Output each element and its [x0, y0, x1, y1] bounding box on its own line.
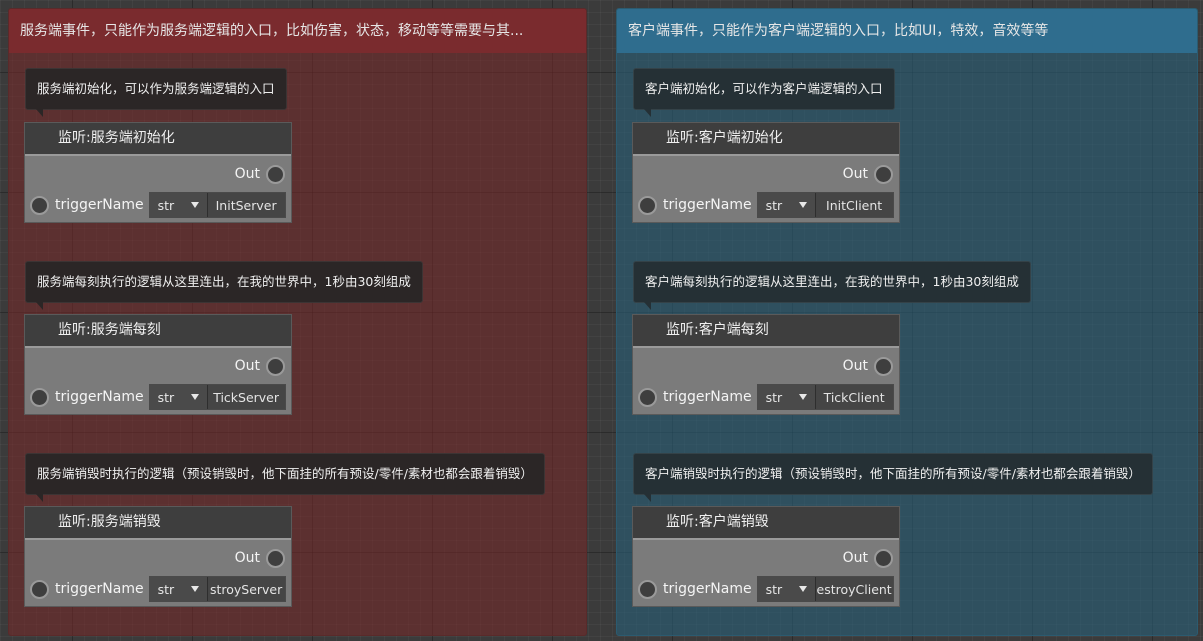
node-comment[interactable]: 客户端初始化，可以作为客户端逻辑的入口	[633, 68, 895, 117]
node-title[interactable]: 监听:客户端初始化	[633, 123, 899, 156]
out-pin-label: Out	[842, 166, 868, 182]
trigger-name-pin[interactable]	[638, 195, 657, 215]
out-pin[interactable]	[874, 356, 893, 376]
trigger-name-label: triggerName	[663, 581, 752, 597]
out-pin-label: Out	[234, 166, 260, 182]
out-pin[interactable]	[874, 164, 893, 184]
listen-server-destroy-node[interactable]: 监听:服务端销毁 Out triggerName str stroyServer	[24, 506, 292, 607]
listen-client-destroy-node[interactable]: 监听:客户端销毁 Out triggerName str estroyClien…	[632, 506, 900, 607]
type-dropdown[interactable]: str	[757, 385, 816, 409]
out-pin-label: Out	[842, 550, 868, 566]
node-title[interactable]: 监听:服务端初始化	[25, 123, 291, 156]
trigger-name-pin[interactable]	[30, 387, 49, 407]
type-dropdown[interactable]: str	[149, 577, 208, 601]
type-dropdown[interactable]: str	[757, 193, 816, 217]
trigger-name-input[interactable]: estroyClient	[815, 577, 893, 601]
out-pin[interactable]	[266, 164, 285, 184]
out-pin-label: Out	[234, 358, 260, 374]
type-dropdown-value: str	[157, 581, 175, 597]
trigger-name-input[interactable]: TickServer	[207, 385, 285, 409]
out-pin[interactable]	[266, 356, 285, 376]
trigger-name-pin[interactable]	[30, 579, 49, 599]
type-dropdown-value: str	[765, 389, 783, 405]
type-dropdown-value: str	[157, 389, 175, 405]
server-event-group[interactable]: 服务端事件，只能作为服务端逻辑的入口，比如伤害，状态，移动等等需要与其... 服…	[8, 8, 587, 636]
caret-down-icon	[798, 586, 807, 592]
caret-down-icon	[190, 394, 199, 400]
trigger-name-input[interactable]: TickClient	[815, 385, 893, 409]
listen-server-tick-node[interactable]: 监听:服务端每刻 Out triggerName str TickServer	[24, 314, 292, 415]
trigger-name-input[interactable]: stroyServer	[207, 577, 285, 601]
trigger-name-input[interactable]: InitClient	[815, 193, 893, 217]
out-pin[interactable]	[266, 548, 285, 568]
trigger-name-pin[interactable]	[30, 195, 49, 215]
out-pin-label: Out	[234, 550, 260, 566]
group-header[interactable]: 客户端事件，只能作为客户端逻辑的入口，比如UI，特效，音效等等	[617, 9, 1197, 53]
node-comment[interactable]: 服务端销毁时执行的逻辑（预设销毁时，他下面挂的所有预设/零件/素材也都会跟着销毁…	[25, 453, 545, 502]
trigger-name-label: triggerName	[55, 389, 144, 405]
listen-client-tick-node[interactable]: 监听:客户端每刻 Out triggerName str TickClient	[632, 314, 900, 415]
listen-server-init-node[interactable]: 监听:服务端初始化 Out triggerName str InitServer	[24, 122, 292, 223]
node-comment[interactable]: 服务端每刻执行的逻辑从这里连出，在我的世界中，1秒由30刻组成	[25, 261, 423, 310]
type-dropdown-value: str	[765, 197, 783, 213]
out-pin[interactable]	[874, 548, 893, 568]
type-dropdown[interactable]: str	[149, 385, 208, 409]
node-title[interactable]: 监听:服务端每刻	[25, 315, 291, 348]
type-dropdown[interactable]: str	[149, 193, 208, 217]
client-event-group[interactable]: 客户端事件，只能作为客户端逻辑的入口，比如UI，特效，音效等等 客户端初始化，可…	[616, 8, 1198, 636]
group-header[interactable]: 服务端事件，只能作为服务端逻辑的入口，比如伤害，状态，移动等等需要与其...	[9, 9, 586, 53]
trigger-name-pin[interactable]	[638, 387, 657, 407]
node-comment[interactable]: 服务端初始化，可以作为服务端逻辑的入口	[25, 68, 287, 117]
trigger-name-label: triggerName	[55, 197, 144, 213]
trigger-name-label: triggerName	[663, 197, 752, 213]
caret-down-icon	[190, 586, 199, 592]
trigger-name-label: triggerName	[55, 581, 144, 597]
trigger-name-label: triggerName	[663, 389, 752, 405]
node-title[interactable]: 监听:客户端销毁	[633, 507, 899, 540]
type-dropdown[interactable]: str	[757, 577, 816, 601]
listen-client-init-node[interactable]: 监听:客户端初始化 Out triggerName str InitClient	[632, 122, 900, 223]
type-dropdown-value: str	[765, 581, 783, 597]
trigger-name-input[interactable]: InitServer	[207, 193, 285, 217]
type-dropdown-value: str	[157, 197, 175, 213]
node-title[interactable]: 监听:客户端每刻	[633, 315, 899, 348]
caret-down-icon	[798, 394, 807, 400]
node-title[interactable]: 监听:服务端销毁	[25, 507, 291, 540]
node-comment[interactable]: 客户端每刻执行的逻辑从这里连出，在我的世界中，1秒由30刻组成	[633, 261, 1031, 310]
caret-down-icon	[190, 202, 199, 208]
node-comment[interactable]: 客户端销毁时执行的逻辑（预设销毁时，他下面挂的所有预设/零件/素材也都会跟着销毁…	[633, 453, 1153, 502]
trigger-name-pin[interactable]	[638, 579, 657, 599]
caret-down-icon	[798, 202, 807, 208]
out-pin-label: Out	[842, 358, 868, 374]
